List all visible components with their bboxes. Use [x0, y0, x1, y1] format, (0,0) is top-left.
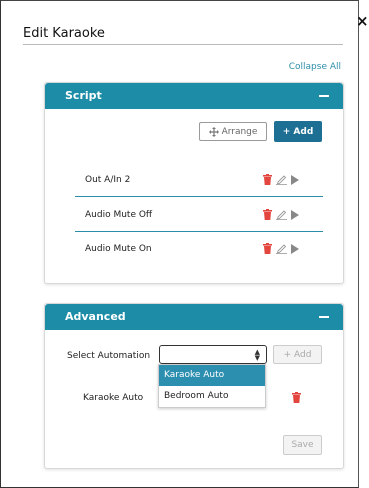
- script-row-actions: [263, 243, 299, 254]
- trash-icon[interactable]: [263, 174, 272, 185]
- modal-title: Edit Karaoke: [23, 26, 105, 41]
- trash-icon[interactable]: [292, 392, 301, 403]
- move-icon: [208, 126, 219, 137]
- collapse-icon[interactable]: [319, 95, 329, 97]
- arrange-label: Arrange: [221, 126, 258, 137]
- edit-karaoke-modal: Edit Karaoke Collapse All Script Arrange…: [0, 0, 359, 488]
- automation-item-label: Karaoke Auto: [83, 393, 144, 403]
- advanced-panel: Advanced Select Automation ▲ ▼ + Add Kara…: [44, 303, 344, 469]
- dropdown-option[interactable]: Bedroom Auto: [159, 386, 265, 407]
- advanced-panel-title: Advanced: [65, 310, 126, 323]
- script-panel-title: Script: [65, 89, 102, 102]
- automation-select[interactable]: ▲ ▼: [159, 345, 267, 364]
- script-row-label: Out A/In 2: [85, 175, 131, 185]
- advanced-panel-header[interactable]: Advanced: [45, 304, 343, 330]
- add-script-button[interactable]: + Add: [274, 121, 322, 142]
- save-button[interactable]: Save: [283, 435, 322, 455]
- title-divider: [23, 44, 343, 45]
- trash-icon[interactable]: [263, 209, 272, 220]
- script-panel: Script Arrange + Add Out A/In 2 Audio Mu…: [44, 82, 344, 284]
- pencil-icon[interactable]: [276, 209, 287, 220]
- play-icon[interactable]: [291, 209, 299, 220]
- dropdown-option[interactable]: Karaoke Auto: [159, 365, 265, 386]
- pencil-icon[interactable]: [276, 243, 287, 254]
- collapse-icon[interactable]: [319, 316, 329, 318]
- script-row-actions: [263, 174, 299, 185]
- play-icon[interactable]: [291, 174, 299, 185]
- script-row-label: Audio Mute Off: [85, 210, 153, 220]
- pencil-icon[interactable]: [276, 174, 287, 185]
- arrange-button[interactable]: Arrange: [199, 122, 267, 141]
- select-arrows-icon: ▲ ▼: [254, 348, 260, 362]
- script-panel-header[interactable]: Script: [45, 83, 343, 109]
- script-row-actions: [263, 209, 299, 220]
- close-icon[interactable]: ×: [356, 14, 369, 29]
- script-row[interactable]: Out A/In 2: [75, 165, 323, 197]
- add-automation-button[interactable]: + Add: [273, 345, 322, 364]
- script-row-label: Audio Mute On: [85, 244, 152, 254]
- script-row[interactable]: Audio Mute On: [75, 234, 323, 266]
- script-row[interactable]: Audio Mute Off: [75, 200, 323, 232]
- automation-dropdown: Karaoke Auto Bedroom Auto: [158, 364, 266, 408]
- select-automation-label: Select Automation: [67, 351, 151, 361]
- trash-icon[interactable]: [263, 243, 272, 254]
- play-icon[interactable]: [291, 243, 299, 254]
- collapse-all-link[interactable]: Collapse All: [289, 62, 341, 72]
